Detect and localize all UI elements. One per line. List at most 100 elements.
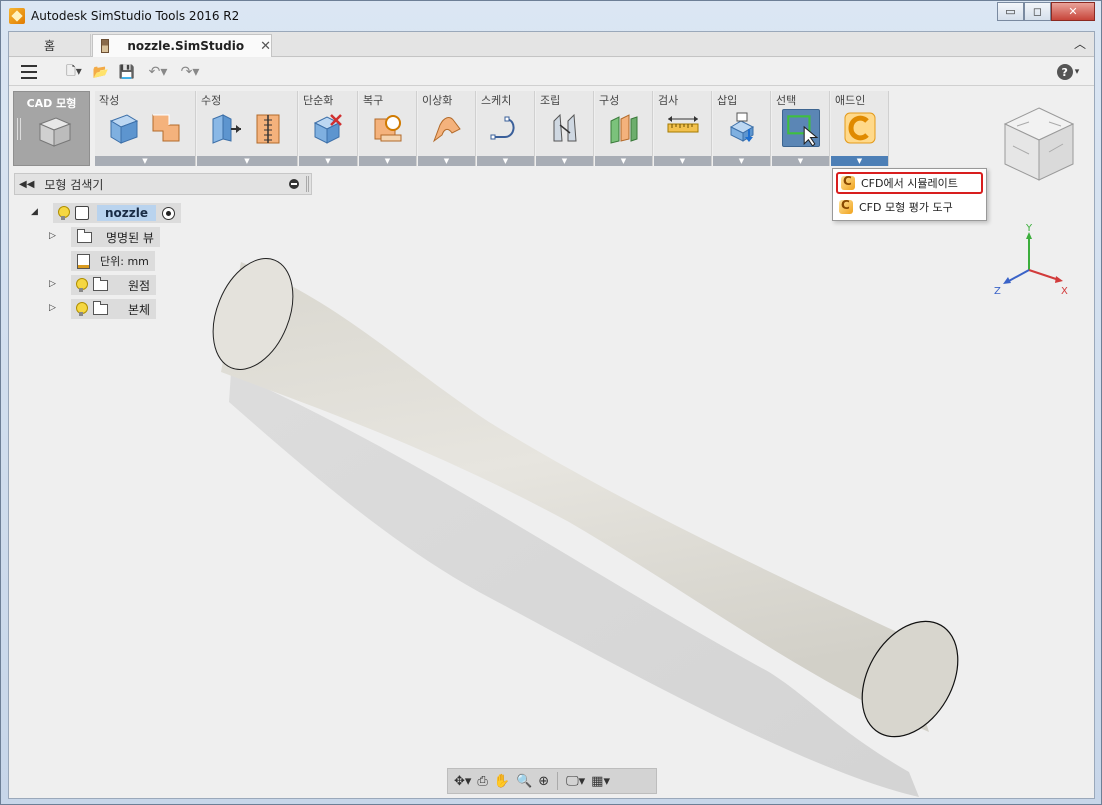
cfd-icon [839, 198, 853, 214]
ribbon-group-simplify: 단순화 ▼ [299, 91, 358, 166]
title-bar: Autodesk SimStudio Tools 2016 R2 ▭ ◻ ✕ [1, 1, 1101, 31]
visibility-bulb-icon[interactable] [75, 301, 88, 317]
undo-icon[interactable]: ↶▾ [143, 62, 173, 82]
cfd-addin-icon[interactable] [843, 111, 877, 145]
sketch-icon[interactable] [489, 111, 523, 145]
pan-icon[interactable]: ✋ [494, 771, 510, 791]
collapsed-toggle-icon[interactable]: ▷ [49, 303, 56, 313]
ribbon-group-simplify-label: 단순화 [303, 94, 334, 107]
menu-item-simulate-in-cfd[interactable]: CFD에서 시뮬레이트 [836, 172, 983, 194]
restore-button[interactable]: ◻ [1024, 2, 1051, 21]
document-tab-bar: 홈 nozzle.SimStudio ✕ ︿ [9, 32, 1094, 57]
construct-plane-icon[interactable] [607, 111, 641, 145]
collapse-ribbon-icon[interactable]: ︿ [1074, 35, 1086, 52]
ribbon-group-idealize-dropdown[interactable]: ▼ [418, 156, 475, 166]
visibility-bulb-icon[interactable] [57, 205, 70, 221]
idealize-icon[interactable] [430, 111, 464, 145]
tree-item-label: 단위: mm [100, 255, 149, 268]
ribbon-group-repair-dropdown[interactable]: ▼ [359, 156, 416, 166]
fit-icon[interactable]: ⊕ [538, 771, 549, 791]
help-button[interactable]: ? ▾ [1054, 62, 1082, 82]
client-area: 홈 nozzle.SimStudio ✕ ︿ 🗋▾ 📂 💾 ↶▾ ↷▾ ? ▾ [8, 31, 1095, 799]
grid-settings-icon[interactable]: ▦▾ [591, 771, 610, 791]
select-window-icon[interactable] [781, 109, 820, 147]
ribbon-group-addins-label: 애드인 [835, 94, 866, 107]
collapsed-toggle-icon[interactable]: ▷ [49, 231, 56, 241]
tab-document[interactable]: nozzle.SimStudio ✕ [92, 34, 272, 57]
ribbon-group-insert-dropdown[interactable]: ▼ [713, 156, 770, 166]
root-component-name[interactable]: nozzle [97, 205, 157, 221]
zoom-icon[interactable]: 🔍 [516, 771, 532, 791]
units-doc-icon [77, 253, 90, 269]
ribbon-group-simplify-dropdown[interactable]: ▼ [299, 156, 357, 166]
ribbon-group-assemble-dropdown[interactable]: ▼ [536, 156, 593, 166]
minimize-button[interactable]: ▭ [997, 2, 1024, 21]
ribbon-group-construct-dropdown[interactable]: ▼ [595, 156, 652, 166]
activate-component-icon[interactable] [162, 206, 176, 220]
simplify-icon[interactable] [311, 111, 345, 145]
push-pull-icon[interactable] [209, 111, 243, 145]
ribbon-group-select: 선택 ▼ [772, 91, 830, 166]
collapse-panel-icon[interactable] [289, 179, 299, 189]
new-file-icon[interactable]: 🗋▾ [61, 62, 87, 82]
close-button[interactable]: ✕ [1051, 2, 1095, 21]
tree-item-named-views[interactable]: ▷ 명명된 뷰 [49, 227, 160, 247]
component-icon [75, 206, 89, 220]
help-icon: ? [1056, 64, 1073, 80]
measure-icon[interactable] [666, 111, 700, 145]
save-icon[interactable]: 💾 [117, 62, 137, 82]
tree-item-label: 본체 [128, 302, 151, 317]
ribbon-grip[interactable] [17, 118, 21, 140]
ribbon-group-addins-dropdown[interactable]: ▼ [831, 156, 888, 166]
open-file-icon[interactable]: 📂 [91, 62, 111, 82]
repair-icon[interactable] [371, 111, 405, 145]
visibility-bulb-icon[interactable] [75, 277, 88, 293]
workspace-label: CAD 모형 [26, 97, 77, 110]
ribbon-group-construct: 구성 ▼ [595, 91, 653, 166]
ribbon-group-create-label: 작성 [99, 94, 120, 107]
insert-icon[interactable] [725, 111, 759, 145]
window-controls: ▭ ◻ ✕ [997, 2, 1095, 21]
look-at-icon[interactable]: ⎙ [477, 771, 487, 791]
ribbon-group-idealize-label: 이상화 [422, 94, 453, 107]
nozzle-body [221, 262, 929, 732]
menu-item-cfd-design-study[interactable]: CFD 모형 평가 도구 [836, 196, 983, 218]
tab-close-icon[interactable]: ✕ [260, 39, 271, 54]
ribbon-group-select-dropdown[interactable]: ▼ [772, 156, 829, 166]
panel-grip[interactable] [306, 176, 309, 192]
tree-root-row[interactable]: ◢ nozzle [31, 203, 182, 223]
collapsed-toggle-icon[interactable]: ▷ [49, 279, 56, 289]
ribbon-group-sketch-label: 스케치 [481, 94, 512, 107]
orbit-icon[interactable]: ✥▾ [454, 771, 471, 791]
tree-root-item[interactable]: nozzle [53, 203, 182, 223]
tree-item-label: 명명된 뷰 [106, 230, 154, 245]
ribbon-group-inspect-label: 검사 [658, 94, 679, 107]
ribbon-group-inspect: 검사 ▼ [654, 91, 712, 166]
ribbon-group-insert-label: 삽입 [717, 94, 738, 107]
workspace-switcher[interactable]: CAD 모형 [13, 91, 90, 166]
app-window: Autodesk SimStudio Tools 2016 R2 ▭ ◻ ✕ 홈… [0, 0, 1102, 805]
redo-icon[interactable]: ↷▾ [175, 62, 205, 82]
tree-item-bodies[interactable]: ▷ 본체 [49, 299, 157, 319]
model-browser-header: ◀◀ 모형 검색기 [14, 173, 312, 195]
tab-home[interactable]: 홈 [9, 34, 91, 57]
split-body-icon[interactable] [251, 111, 285, 145]
joint-icon[interactable] [548, 111, 582, 145]
display-settings-icon[interactable]: 🖵▾ [566, 771, 585, 791]
ribbon-group-modify-dropdown[interactable]: ▼ [197, 156, 297, 166]
extrude-icon[interactable] [149, 111, 183, 145]
tree-item-origin[interactable]: ▷ 원점 [49, 275, 157, 295]
rewind-icon[interactable]: ◀◀ [19, 179, 34, 190]
viewcube[interactable] [999, 104, 1079, 184]
model-shadow [229, 372, 919, 797]
ribbon-group-create-dropdown[interactable]: ▼ [95, 156, 195, 166]
tree-item-units[interactable]: 단위: mm [71, 251, 155, 271]
ribbon-group-repair: 복구 ▼ [359, 91, 417, 166]
model-browser-title: 모형 검색기 [44, 177, 104, 192]
ribbon-group-inspect-dropdown[interactable]: ▼ [654, 156, 711, 166]
cfd-icon [841, 174, 855, 190]
box-icon[interactable] [107, 111, 141, 145]
ribbon-group-sketch-dropdown[interactable]: ▼ [477, 156, 534, 166]
menu-hamburger-icon[interactable] [19, 62, 39, 82]
expand-toggle-icon[interactable]: ◢ [31, 207, 38, 217]
